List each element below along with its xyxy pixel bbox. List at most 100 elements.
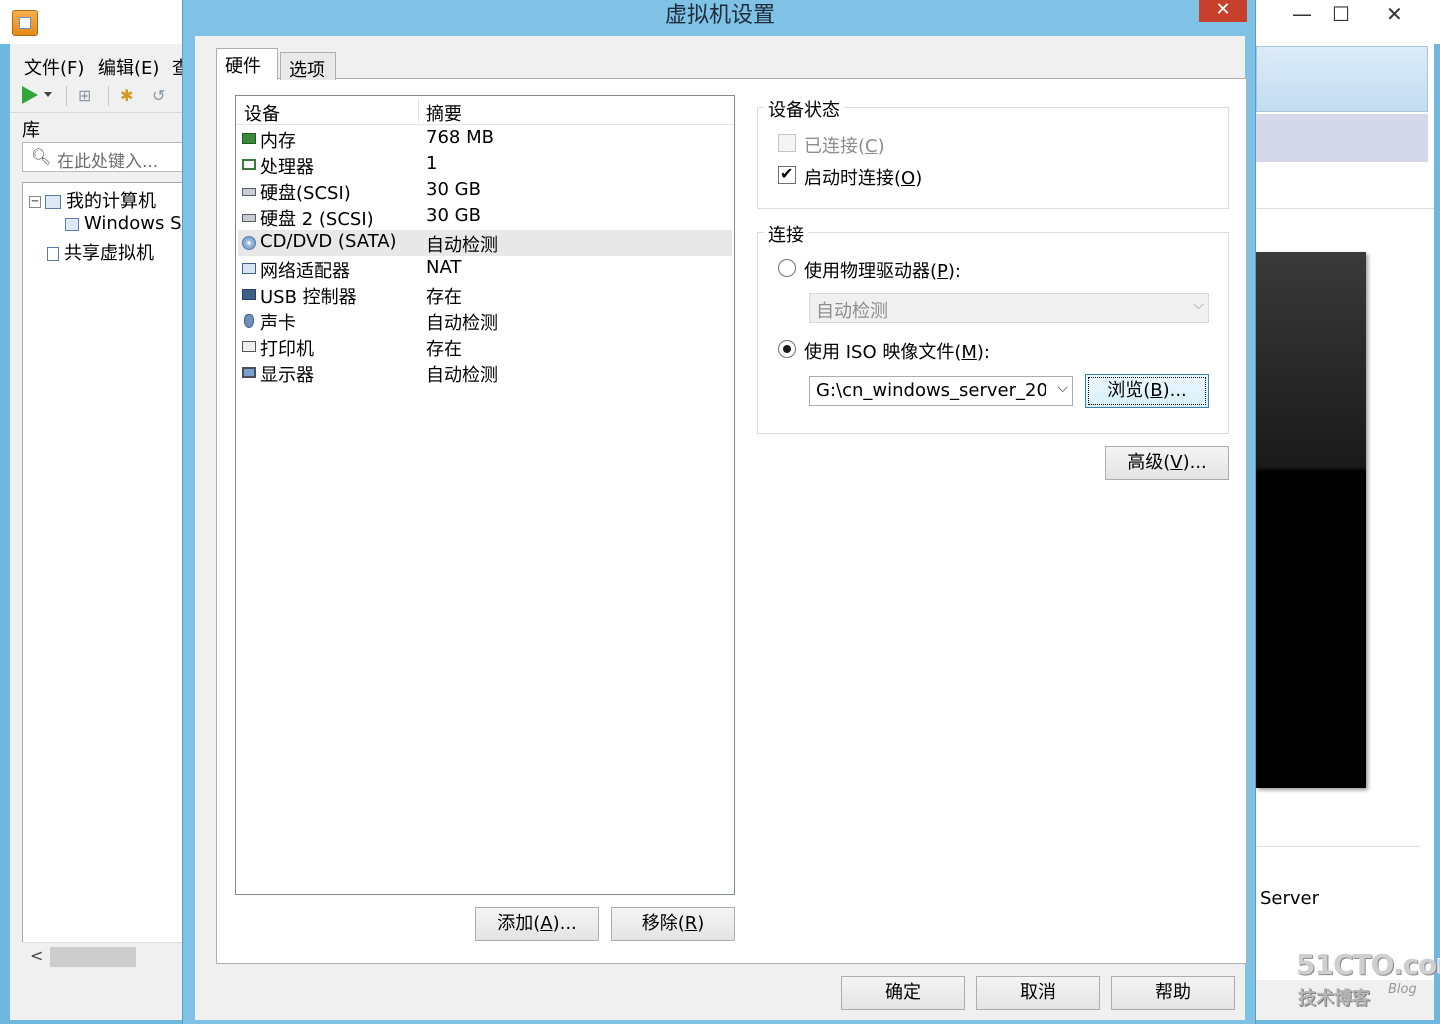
device-summary: NAT	[426, 257, 462, 278]
dialog-close-button[interactable]: ✕	[1199, 0, 1247, 22]
library-horizontal-scrollbar[interactable]: <	[22, 942, 192, 971]
vm-details-partial-text: Server	[1260, 888, 1320, 909]
tab-options[interactable]: 选项	[280, 52, 336, 81]
tree-item-label: 共享虚拟机	[64, 243, 154, 264]
background-toolbar: ⊞ ✱ ↺	[10, 80, 190, 113]
usb-controller-icon	[242, 289, 256, 300]
tab-label: 硬件	[225, 56, 261, 77]
maximize-icon[interactable]: ☐	[1332, 2, 1350, 26]
group-title-connection: 连接	[764, 221, 808, 247]
physical-drive-label: 使用物理驱动器(P):	[804, 261, 961, 282]
tab-panel-hardware: 设备 摘要 内存 768 MB 处理器 1 硬盘(SCSI) 30 GB 硬盘 …	[216, 78, 1247, 964]
device-summary: 30 GB	[426, 205, 481, 226]
watermark-main: 51CTO.com	[1296, 948, 1440, 981]
device-name: 硬盘 2 (SCSI)	[260, 209, 374, 230]
column-separator[interactable]	[418, 98, 419, 122]
physical-drive-value: 自动检测	[816, 301, 888, 322]
library-label: 库	[22, 120, 40, 141]
button-label: 浏览(	[1107, 380, 1151, 401]
iso-image-label: 使用 ISO 映像文件(M):	[804, 342, 990, 363]
watermark-blog: Blog	[1388, 982, 1417, 997]
device-name: CD/DVD (SATA)	[260, 231, 397, 252]
add-device-button[interactable]: 添加(A)...	[475, 907, 599, 941]
device-row-network-adapter[interactable]: 网络适配器 NAT	[238, 256, 732, 282]
snapshot-icon[interactable]: ✱	[120, 86, 133, 105]
device-summary: 自动检测	[426, 235, 498, 256]
iso-image-radio[interactable]	[778, 340, 796, 358]
physical-drive-radio[interactable]	[778, 259, 796, 277]
tree-item-label: Windows Se	[84, 213, 192, 234]
connect-at-power-on-label: 启动时连接(O)	[804, 168, 923, 189]
chevron-down-icon[interactable]	[44, 92, 52, 97]
collapse-icon[interactable]: −	[29, 196, 41, 208]
device-name: USB 控制器	[260, 287, 357, 308]
device-name: 网络适配器	[260, 261, 350, 282]
device-row-sound-card[interactable]: 声卡 自动检测	[238, 308, 732, 334]
vm-preview-thumbnail[interactable]	[1256, 252, 1366, 788]
iso-path-combobox[interactable]: G:\cn_windows_server_2008_ ⌵	[809, 376, 1073, 406]
device-row-display[interactable]: 显示器 自动检测	[238, 360, 732, 386]
tree-item-my-computer[interactable]: − 我的计算机	[29, 187, 156, 213]
tree-item-shared-vms[interactable]: 共享虚拟机	[47, 239, 154, 265]
button-label: 添加(	[497, 913, 541, 934]
button-accelerator: A	[540, 913, 553, 934]
help-button[interactable]: 帮助	[1111, 976, 1235, 1010]
remove-device-button[interactable]: 移除(R)	[611, 907, 735, 941]
device-name: 内存	[260, 131, 296, 152]
menu-edit[interactable]: 编辑(E)	[98, 54, 159, 80]
ok-button[interactable]: 确定	[841, 976, 965, 1010]
device-status-group: 设备状态 已连接(C) 启动时连接(O)	[757, 96, 1229, 209]
device-list[interactable]: 设备 摘要 内存 768 MB 处理器 1 硬盘(SCSI) 30 GB 硬盘 …	[235, 95, 735, 895]
search-icon: 🔍︎	[31, 147, 52, 166]
minimize-icon[interactable]: —	[1292, 2, 1312, 26]
device-row-memory[interactable]: 内存 768 MB	[238, 126, 732, 152]
revert-snapshot-icon[interactable]: ↺	[152, 86, 165, 105]
background-right-header	[1256, 46, 1428, 112]
vm-settings-dialog: 虚拟机设置 ✕ 设备 摘要 内存 768 MB 处理器 1 硬盘(SCSI) 3…	[182, 0, 1256, 1024]
device-row-processor[interactable]: 处理器 1	[238, 152, 732, 178]
network-icon[interactable]: ⊞	[78, 86, 91, 105]
device-row-hard-disk-2[interactable]: 硬盘 2 (SCSI) 30 GB	[238, 204, 732, 230]
hard-disk-icon	[242, 188, 256, 196]
network-adapter-icon	[242, 263, 256, 274]
device-list-header: 设备 摘要	[236, 96, 734, 125]
chevron-down-icon: ⌵	[1057, 380, 1068, 396]
button-label: )...	[552, 913, 577, 934]
device-row-printer[interactable]: 打印机 存在	[238, 334, 732, 360]
display-icon	[242, 367, 256, 378]
device-row-cd-dvd[interactable]: CD/DVD (SATA) 自动检测	[238, 230, 732, 256]
column-header-device[interactable]: 设备	[244, 100, 280, 126]
cancel-button[interactable]: 取消	[976, 976, 1100, 1010]
cpu-icon	[242, 159, 256, 170]
shared-vm-icon	[47, 247, 59, 261]
connect-at-power-on-checkbox[interactable]	[778, 164, 796, 184]
browse-button[interactable]: 浏览(B)...	[1085, 374, 1209, 408]
scrollbar-thumb[interactable]	[50, 947, 136, 967]
close-icon[interactable]: ✕	[1386, 2, 1403, 26]
toolbar-separator	[108, 86, 109, 106]
button-accelerator: B	[1150, 380, 1163, 401]
button-accelerator: V	[1170, 452, 1183, 473]
device-summary: 30 GB	[426, 179, 481, 200]
connected-checkbox[interactable]	[778, 134, 796, 152]
physical-drive-select[interactable]: 自动检测 ⌵	[809, 293, 1209, 323]
connection-group: 连接 使用物理驱动器(P): 自动检测 ⌵ 使用 ISO 映像文件(M): G:…	[757, 221, 1229, 434]
power-on-icon[interactable]	[22, 86, 38, 104]
chevron-left-icon[interactable]: <	[30, 946, 43, 965]
tree-item-windows-vm[interactable]: Windows Se	[65, 213, 192, 234]
device-summary: 存在	[426, 339, 462, 360]
device-row-hard-disk[interactable]: 硬盘(SCSI) 30 GB	[238, 178, 732, 204]
computer-icon	[45, 195, 61, 209]
library-tree: − 我的计算机 Windows Se 共享虚拟机	[22, 182, 192, 970]
tab-hardware[interactable]: 硬件	[216, 48, 278, 80]
button-label: )...	[1182, 452, 1207, 473]
dialog-title: 虚拟机设置	[664, 3, 775, 28]
group-title-device-status: 设备状态	[764, 96, 844, 122]
site-watermark: 51CTO.com 技术博客 Blog	[1296, 948, 1440, 1012]
menu-file[interactable]: 文件(F)	[24, 54, 84, 80]
library-search-input[interactable]: 🔍︎ 在此处键入...	[22, 142, 192, 172]
advanced-button[interactable]: 高级(V)...	[1105, 446, 1229, 480]
device-row-usb-controller[interactable]: USB 控制器 存在	[238, 282, 732, 308]
column-header-summary[interactable]: 摘要	[426, 100, 462, 126]
button-accelerator: R	[684, 913, 698, 934]
